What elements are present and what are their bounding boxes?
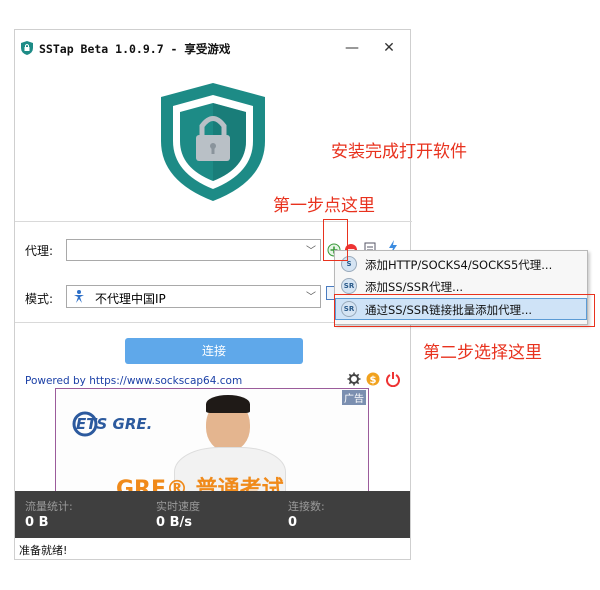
mode-select[interactable]: 不代理中国IP ﹀ (66, 285, 321, 308)
status-text: 准备就绪! (19, 544, 68, 557)
power-icon[interactable] (385, 371, 401, 387)
stats-bar: 流量统计: 0 B 实时速度 0 B/s 连接数: 0 (15, 491, 410, 538)
annotation-step1: 第一步点这里 (273, 196, 375, 216)
ad-banner[interactable]: 广告 ETS GRE. GRE® 普通考试 (55, 388, 369, 492)
proxy-label: 代理: (25, 244, 54, 258)
connections-value: 0 (288, 515, 298, 530)
mode-label: 模式: (25, 292, 54, 306)
gear-icon[interactable] (347, 372, 361, 386)
speed-label: 实时速度 (156, 500, 200, 513)
connect-button[interactable]: 连接 (125, 338, 303, 364)
traffic-value: 0 B (25, 515, 49, 530)
ad-tag: 广告 (342, 390, 366, 405)
speed-value: 0 B/s (156, 515, 192, 530)
menu-item-label: 添加HTTP/SOCKS4/SOCKS5代理... (365, 258, 553, 272)
minimize-button[interactable]: — (338, 36, 366, 60)
annotation-box-step2 (334, 294, 595, 327)
mode-value: 不代理中国IP (95, 292, 166, 306)
annotation-step2: 第二步选择这里 (423, 343, 542, 363)
chevron-down-icon: ﹀ (306, 292, 316, 303)
close-button[interactable]: ✕ (375, 36, 403, 60)
donate-icon[interactable]: $ (366, 371, 380, 387)
ad-person-hair (206, 395, 250, 413)
window-title: SSTap Beta 1.0.9.7 - 享受游戏 (39, 42, 231, 56)
annotation-step0: 安装完成打开软件 (331, 142, 467, 162)
proxy-select[interactable]: ﹀ (66, 239, 321, 261)
person-icon (74, 290, 84, 303)
menu-item-label: 添加SS/SSR代理... (365, 280, 464, 294)
annotation-box-step1 (323, 219, 348, 261)
connections-label: 连接数: (288, 500, 325, 513)
menu-item-add-http-socks[interactable]: S 添加HTTP/SOCKS4/SOCKS5代理... (335, 253, 587, 275)
ad-headline: GRE® 普通考试 (116, 477, 284, 492)
shield-lock-icon (161, 83, 265, 201)
app-logo-icon (21, 41, 33, 55)
ssr-icon: SR (341, 278, 357, 294)
traffic-label: 流量统计: (25, 500, 73, 513)
powered-by-link[interactable]: Powered by https://www.sockscap64.com (25, 375, 242, 387)
title-bar: SSTap Beta 1.0.9.7 - 享受游戏 — ✕ (15, 30, 410, 66)
chevron-down-icon: ﹀ (306, 246, 316, 257)
ad-brand: ETS GRE. (76, 415, 153, 433)
svg-text:$: $ (370, 375, 377, 386)
